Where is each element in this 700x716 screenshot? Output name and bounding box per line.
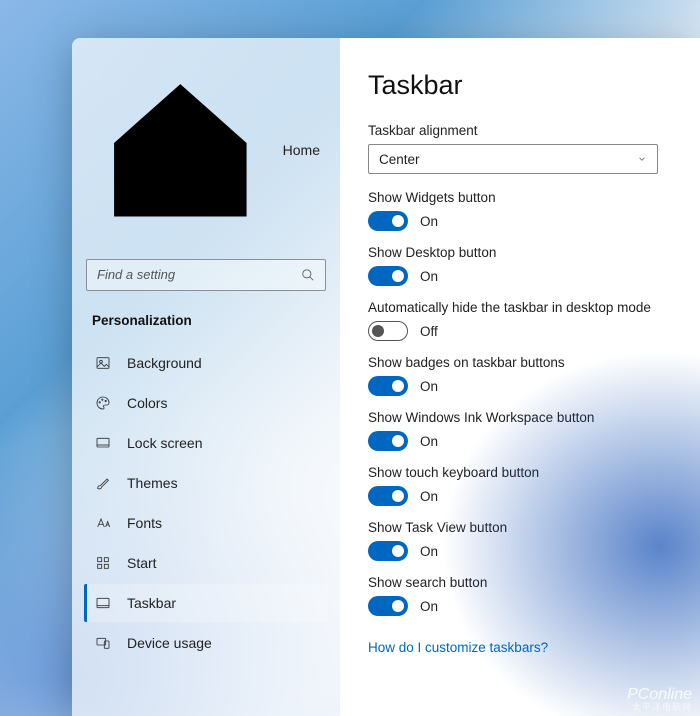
sidebar: Home Personalization Background Colors L… bbox=[72, 38, 340, 716]
chevron-down-icon bbox=[637, 154, 647, 164]
toggle-state: On bbox=[420, 379, 438, 394]
sidebar-item-label: Colors bbox=[127, 395, 167, 411]
setting-search: Show search button On bbox=[368, 575, 672, 616]
setting-label: Show Desktop button bbox=[368, 245, 672, 260]
devices-icon bbox=[95, 635, 111, 651]
setting-label: Show Widgets button bbox=[368, 190, 672, 205]
home-label: Home bbox=[283, 142, 320, 158]
toggle-state: On bbox=[420, 489, 438, 504]
sidebar-item-label: Themes bbox=[127, 475, 178, 491]
watermark-main: PConline bbox=[627, 686, 692, 703]
sidebar-item-device-usage[interactable]: Device usage bbox=[84, 624, 328, 662]
help-link[interactable]: How do I customize taskbars? bbox=[368, 640, 548, 655]
watermark-sub: 太平洋电脑网 bbox=[627, 703, 692, 712]
sidebar-item-fonts[interactable]: Fonts bbox=[84, 504, 328, 542]
sidebar-item-label: Background bbox=[127, 355, 202, 371]
toggle-ink[interactable] bbox=[368, 431, 408, 451]
toggle-widgets[interactable] bbox=[368, 211, 408, 231]
setting-taskview: Show Task View button On bbox=[368, 520, 672, 561]
setting-label: Show Windows Ink Workspace button bbox=[368, 410, 672, 425]
setting-label: Show badges on taskbar buttons bbox=[368, 355, 672, 370]
content-pane: Taskbar Taskbar alignment Center Show Wi… bbox=[340, 38, 700, 716]
lock-screen-icon bbox=[95, 435, 111, 451]
fonts-icon bbox=[95, 515, 111, 531]
setting-label: Show Task View button bbox=[368, 520, 672, 535]
setting-desktop: Show Desktop button On bbox=[368, 245, 672, 286]
settings-window: Home Personalization Background Colors L… bbox=[72, 38, 700, 716]
toggle-badges[interactable] bbox=[368, 376, 408, 396]
setting-touchkb: Show touch keyboard button On bbox=[368, 465, 672, 506]
sidebar-item-label: Taskbar bbox=[127, 595, 176, 611]
alignment-label: Taskbar alignment bbox=[368, 123, 672, 138]
home-nav[interactable]: Home bbox=[84, 54, 328, 255]
toggle-autohide[interactable] bbox=[368, 321, 408, 341]
search-box[interactable] bbox=[86, 259, 326, 291]
toggle-taskview[interactable] bbox=[368, 541, 408, 561]
palette-icon bbox=[95, 395, 111, 411]
sidebar-item-themes[interactable]: Themes bbox=[84, 464, 328, 502]
sidebar-item-label: Fonts bbox=[127, 515, 162, 531]
home-icon bbox=[92, 62, 269, 239]
toggle-state: On bbox=[420, 544, 438, 559]
toggle-touchkb[interactable] bbox=[368, 486, 408, 506]
taskbar-icon bbox=[95, 595, 111, 611]
sidebar-item-label: Start bbox=[127, 555, 157, 571]
sidebar-item-taskbar[interactable]: Taskbar bbox=[84, 584, 328, 622]
setting-label: Automatically hide the taskbar in deskto… bbox=[368, 300, 672, 315]
toggle-state: On bbox=[420, 214, 438, 229]
setting-label: Show touch keyboard button bbox=[368, 465, 672, 480]
section-header: Personalization bbox=[84, 307, 328, 342]
search-input[interactable] bbox=[97, 267, 301, 282]
alignment-value: Center bbox=[379, 152, 420, 167]
grid-icon bbox=[95, 555, 111, 571]
brush-icon bbox=[95, 475, 111, 491]
search-icon bbox=[301, 268, 315, 282]
toggle-state: On bbox=[420, 599, 438, 614]
toggle-state: On bbox=[420, 269, 438, 284]
setting-widgets: Show Widgets button On bbox=[368, 190, 672, 231]
setting-label: Show search button bbox=[368, 575, 672, 590]
setting-autohide: Automatically hide the taskbar in deskto… bbox=[368, 300, 672, 341]
sidebar-item-label: Device usage bbox=[127, 635, 212, 651]
watermark: PConline 太平洋电脑网 bbox=[627, 687, 692, 712]
sidebar-item-colors[interactable]: Colors bbox=[84, 384, 328, 422]
alignment-select[interactable]: Center bbox=[368, 144, 658, 174]
toggle-state: Off bbox=[420, 324, 438, 339]
sidebar-item-background[interactable]: Background bbox=[84, 344, 328, 382]
setting-ink: Show Windows Ink Workspace button On bbox=[368, 410, 672, 451]
picture-icon bbox=[95, 355, 111, 371]
sidebar-item-start[interactable]: Start bbox=[84, 544, 328, 582]
toggle-desktop[interactable] bbox=[368, 266, 408, 286]
sidebar-item-label: Lock screen bbox=[127, 435, 202, 451]
sidebar-item-lock-screen[interactable]: Lock screen bbox=[84, 424, 328, 462]
toggle-search[interactable] bbox=[368, 596, 408, 616]
toggle-state: On bbox=[420, 434, 438, 449]
setting-badges: Show badges on taskbar buttons On bbox=[368, 355, 672, 396]
page-title: Taskbar bbox=[368, 70, 672, 101]
